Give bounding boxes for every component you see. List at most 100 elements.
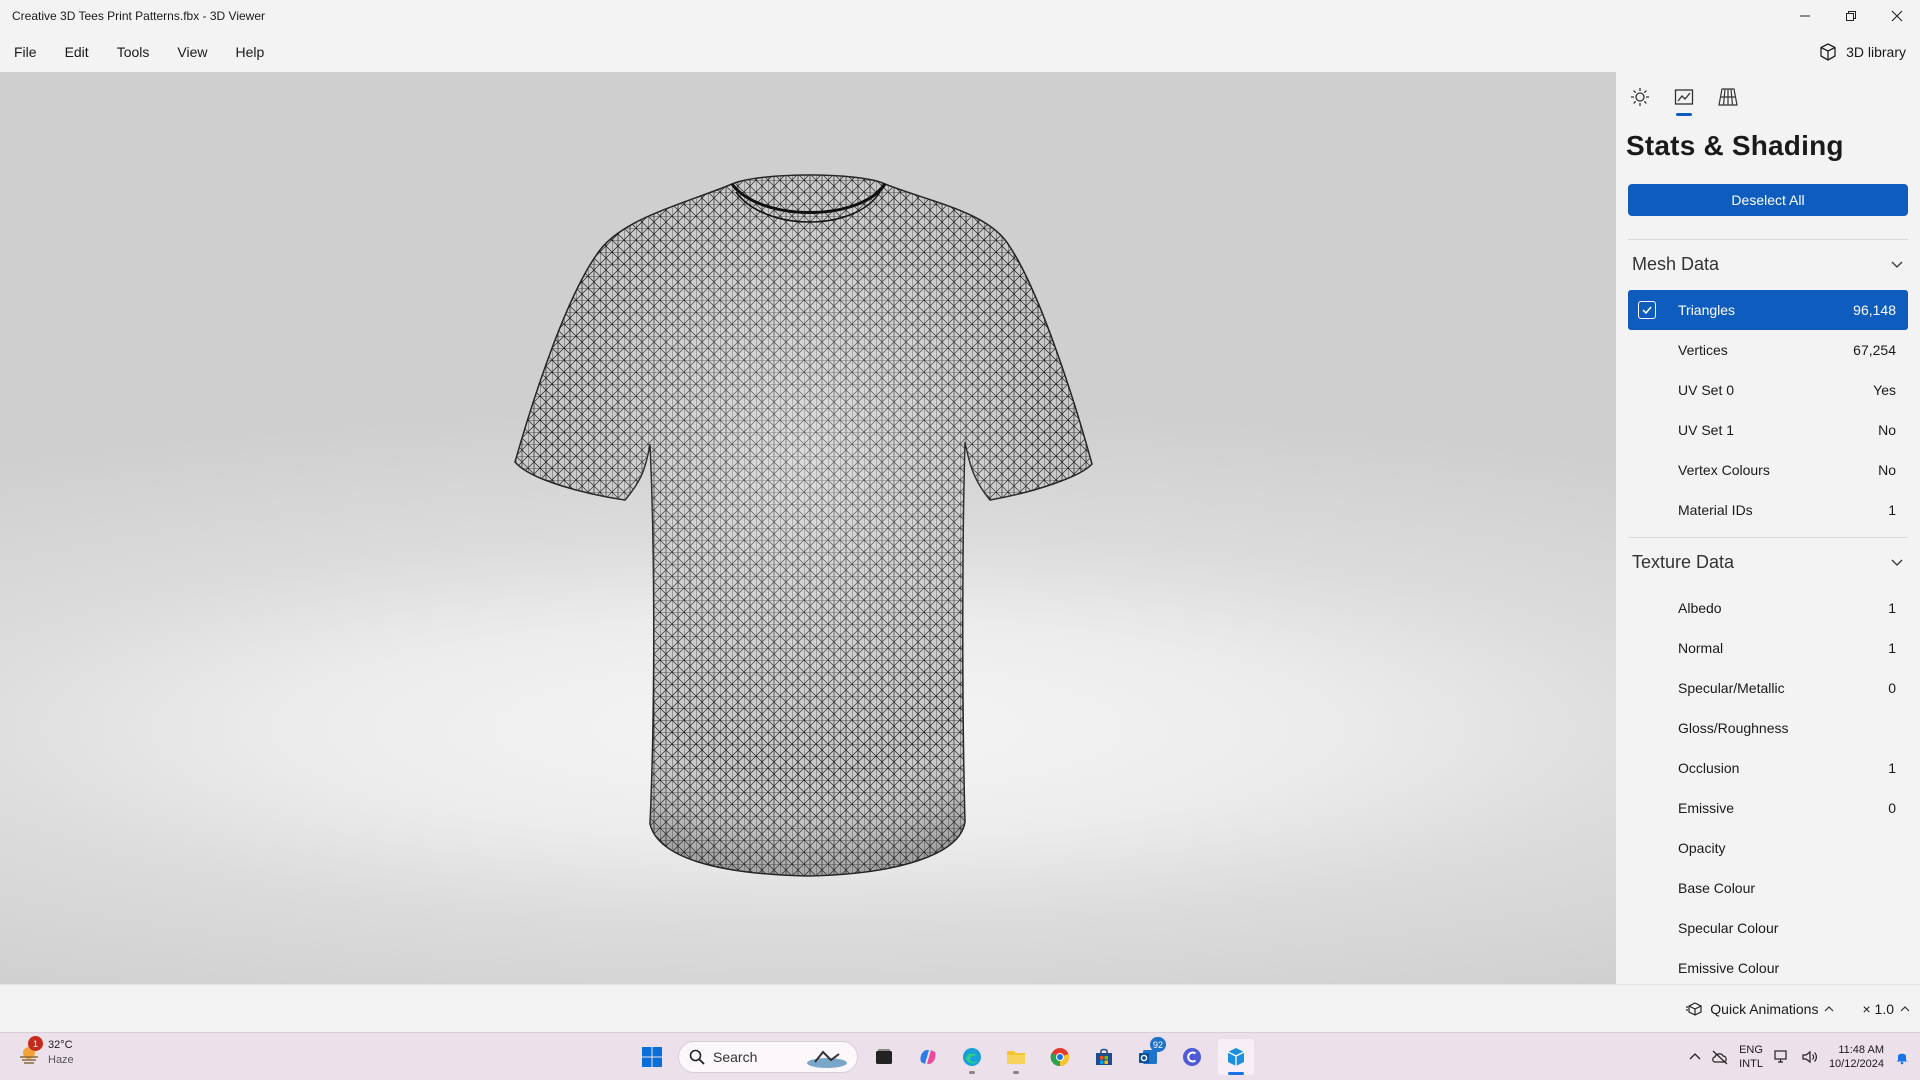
volume-icon[interactable] [1801,1049,1819,1065]
chevron-up-icon[interactable] [1689,1051,1701,1063]
menu-file[interactable]: File [0,32,51,72]
menu-bar: File Edit Tools View Help 3D library [0,32,1920,72]
chrome-button[interactable] [1042,1039,1078,1075]
texture-row-specular-metallic[interactable]: Specular/Metallic 0 [1628,668,1908,708]
texture-row-gloss-roughness[interactable]: Gloss/Roughness [1628,708,1908,748]
task-view-icon [876,1049,892,1064]
search-icon [689,1049,705,1065]
row-label: Material IDs [1678,502,1753,518]
panel-tabs [1626,82,1742,116]
search-placeholder: Search [713,1049,758,1065]
c-app-icon [1183,1048,1201,1066]
row-value: No [1878,422,1896,438]
tab-grid[interactable] [1714,82,1742,112]
texture-row-emissive-colour[interactable]: Emissive Colour [1628,948,1908,984]
running-indicator [969,1071,975,1074]
mesh-row-vertex-colours[interactable]: Vertex Colours No [1628,450,1908,490]
cortana-button[interactable] [1174,1039,1210,1075]
texture-row-normal[interactable]: Normal 1 [1628,628,1908,668]
texture-data-label: Texture Data [1632,551,1735,572]
row-label: Albedo [1678,600,1722,616]
clock-date: 10/12/2024 [1828,1058,1884,1070]
tab-lighting[interactable] [1626,82,1654,112]
row-label: Vertices [1678,342,1728,358]
edge-button[interactable] [954,1039,990,1075]
window-title: Creative 3D Tees Print Patterns.fbx - 3D… [12,9,265,23]
restore-icon [1846,11,1856,21]
active-indicator [1228,1072,1244,1075]
deselect-all-button[interactable]: Deselect All [1628,184,1908,216]
lighting-icon [1631,88,1649,106]
menu-view[interactable]: View [163,32,221,72]
copilot-button[interactable] [910,1039,946,1075]
network-icon[interactable] [1773,1049,1791,1065]
mesh-data-header[interactable]: Mesh Data [1628,244,1908,284]
texture-row-emissive[interactable]: Emissive 0 [1628,788,1908,828]
speed-selector[interactable]: × 1.0 [1862,1001,1910,1017]
start-button[interactable] [634,1039,670,1075]
row-label: Base Colour [1678,880,1756,896]
menu-tools[interactable]: Tools [103,32,164,72]
mesh-row-triangles[interactable]: Triangles 96,148 [1628,290,1908,330]
taskbar-search[interactable]: Search [678,1041,858,1073]
clock[interactable]: 11:48 AM 10/12/2024 [1829,1043,1884,1071]
mesh-row-vertices[interactable]: Vertices 67,254 [1628,330,1908,370]
3d-viewer-button[interactable] [1218,1039,1254,1075]
windows-icon [642,1047,662,1067]
texture-data-header[interactable]: Texture Data [1628,542,1908,582]
store-button[interactable] [1086,1039,1122,1075]
texture-row-opacity[interactable]: Opacity [1628,828,1908,868]
speed-value: × 1.0 [1862,1001,1894,1017]
quick-animations-label: Quick Animations [1710,1001,1819,1017]
taskbar: 1 32°C Haze Search 92 ENG INTL 11:48 AM … [0,1032,1920,1080]
texture-row-occlusion[interactable]: Occlusion 1 [1628,748,1908,788]
notification-bell-icon[interactable] [1894,1049,1910,1065]
3d-library-button[interactable]: 3D library [1818,32,1906,72]
stats-shading-panel: Stats & Shading Deselect All Mesh Data T… [1616,72,1920,984]
menu-help[interactable]: Help [221,32,278,72]
minimize-button[interactable] [1782,0,1828,32]
task-view-button[interactable] [866,1039,902,1075]
texture-row-specular-colour[interactable]: Specular Colour [1628,908,1908,948]
close-button[interactable] [1874,0,1920,32]
restore-button[interactable] [1828,0,1874,32]
lang-code: ENG [1739,1044,1763,1056]
row-value: 1 [1888,760,1896,776]
row-label: UV Set 1 [1678,422,1735,438]
search-highlight-icon [807,1050,847,1068]
row-label: Emissive [1678,800,1735,816]
weather-widget[interactable]: 1 32°C Haze [16,1036,74,1068]
chevron-down-icon [1891,559,1903,566]
row-label: Gloss/Roughness [1678,720,1789,736]
t-shirt-model [514,174,1093,877]
texture-row-base-colour[interactable]: Base Colour [1628,868,1908,908]
outlook-button[interactable]: 92 [1130,1037,1167,1075]
language-indicator[interactable]: ENG INTL [1739,1043,1763,1071]
weather-badge: 1 [28,1036,43,1051]
row-label: Normal [1678,640,1724,656]
texture-row-albedo[interactable]: Albedo 1 [1628,588,1908,628]
quick-animations-button[interactable]: Quick Animations [1686,1001,1834,1017]
onedrive-offline-icon[interactable] [1711,1049,1729,1065]
grid-icon [1718,88,1738,106]
row-label: Specular Colour [1678,920,1779,936]
row-label: Vertex Colours [1678,462,1770,478]
row-label: Opacity [1678,840,1726,856]
row-value: 0 [1888,680,1896,696]
file-explorer-button[interactable] [998,1039,1034,1075]
divider [1628,537,1908,538]
chevron-up-icon [1825,1006,1834,1012]
folder-icon [1007,1051,1025,1064]
close-icon [1891,10,1903,22]
mesh-row-material-ids[interactable]: Material IDs 1 [1628,490,1908,530]
3d-viewport[interactable] [0,72,1616,984]
cube-icon [1820,43,1836,61]
mesh-row-uv-set-0[interactable]: UV Set 0 Yes [1628,370,1908,410]
tab-stats[interactable] [1670,82,1698,116]
chevron-down-icon [1891,261,1903,268]
mesh-row-uv-set-1[interactable]: UV Set 1 No [1628,410,1908,450]
checkbox-checked-icon[interactable] [1638,301,1656,319]
menu-edit[interactable]: Edit [51,32,103,72]
row-value: 1 [1888,640,1896,656]
weather-icon: 1 [16,1036,43,1066]
